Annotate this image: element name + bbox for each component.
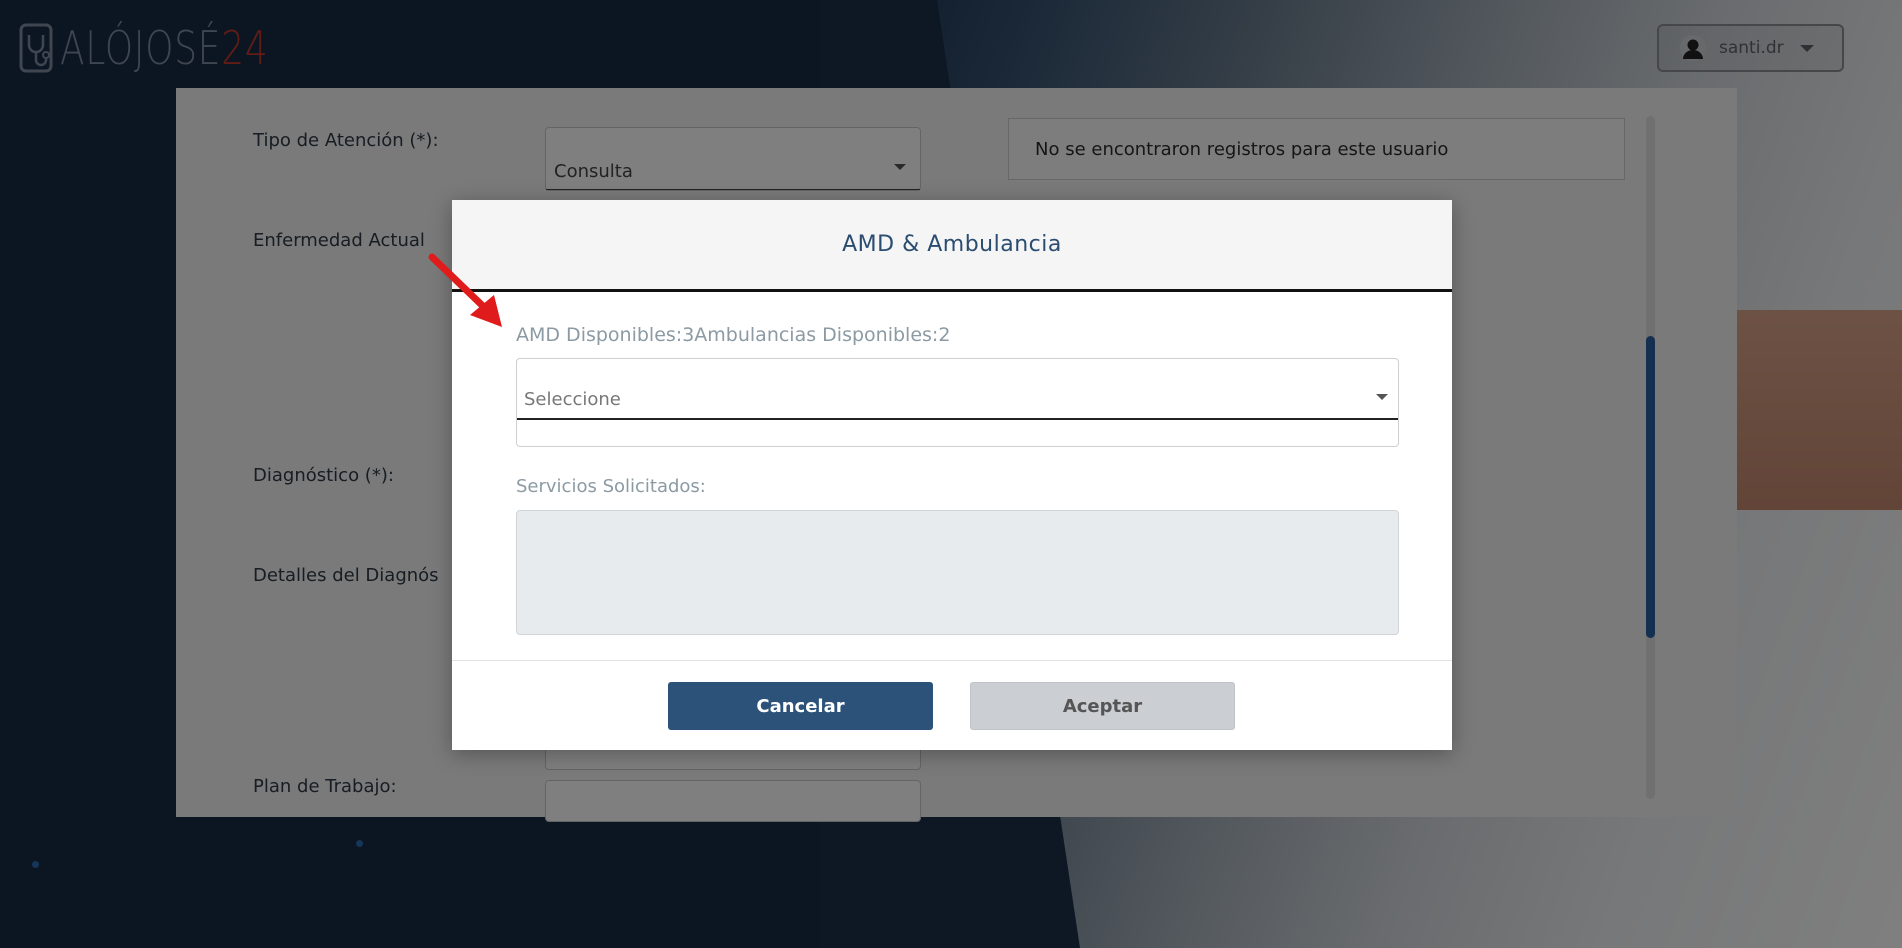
cancel-button[interactable]: Cancelar: [668, 682, 933, 730]
modal-title: AMD & Ambulancia: [842, 232, 1062, 257]
services-requested-label: Servicios Solicitados:: [516, 476, 706, 497]
chevron-down-icon: [1376, 394, 1388, 400]
select-underline: [517, 418, 1398, 420]
services-requested-field[interactable]: [516, 510, 1399, 635]
availability-label: AMD Disponibles:3Ambulancias Disponibles…: [516, 324, 951, 346]
annotation-arrow-icon: [428, 253, 502, 327]
amd-ambulance-modal: AMD & Ambulancia AMD Disponibles:3Ambula…: [452, 200, 1452, 750]
select-placeholder: Seleccione: [524, 389, 621, 410]
accept-button[interactable]: Aceptar: [970, 682, 1235, 730]
service-type-select[interactable]: Seleccione: [516, 358, 1399, 447]
modal-header: AMD & Ambulancia: [452, 200, 1452, 292]
modal-footer-divider: [452, 660, 1452, 661]
